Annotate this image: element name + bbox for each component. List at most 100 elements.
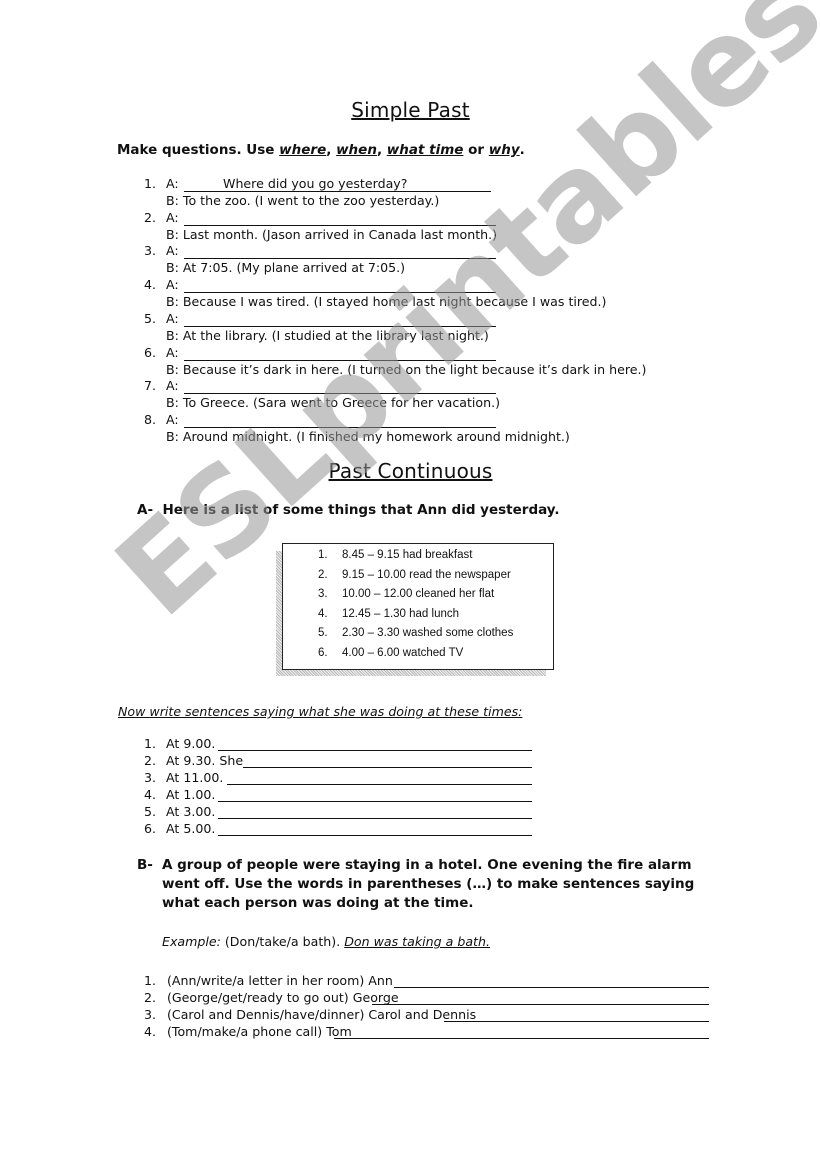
past-continuous-title: Past Continuous <box>328 459 493 483</box>
exercise-prompt: At 3.00. <box>166 804 216 819</box>
separator: . <box>519 142 525 158</box>
answer-blank[interactable] <box>334 1024 709 1039</box>
exercise-row: 6. At 5.00. <box>144 821 534 837</box>
item-number: 1. <box>144 736 157 751</box>
answer-blank[interactable] <box>394 973 709 988</box>
question-row: 4. A: <box>144 277 496 294</box>
response-row: B: Last month. (Jason arrived in Canada … <box>166 226 498 242</box>
example-answer: Don was taking a bath. <box>344 934 490 949</box>
exercise-prompt: (Ann/write/a letter in her room) Ann <box>167 973 393 988</box>
exercise-row: 4. At 1.00. <box>144 787 534 803</box>
answer-blank[interactable] <box>184 210 496 226</box>
part-b-label: B- <box>137 857 153 873</box>
answer-blank[interactable] <box>218 804 532 819</box>
a-label: A: <box>166 176 179 191</box>
schedule-text: 4.00 – 6.00 watched TV <box>342 647 464 659</box>
question-row: 6. A: <box>144 345 496 361</box>
schedule-box: 1. 8.45 – 9.15 had breakfast 2. 9.15 – 10.0… <box>282 543 554 670</box>
item-number: 5. <box>144 804 157 819</box>
response-row: B: At the library. (I studied at the lib… <box>166 327 489 343</box>
answer-blank[interactable] <box>184 412 496 428</box>
question-row: 8. A: <box>144 412 496 428</box>
part-a-sub-instruction: Now write sentences saying what she was … <box>118 704 523 719</box>
keyword-when: when <box>336 142 377 158</box>
item-number: 2. <box>144 209 157 225</box>
worksheet-page: Simple Past Make questions. Use where, w… <box>0 0 821 1169</box>
response-row: B: At 7:05. (My plane arrived at 7:05.) <box>166 260 406 276</box>
a-label: A: <box>166 243 179 259</box>
exercise-prompt: At 9.30. She <box>166 753 244 768</box>
question-row: 2. A: <box>144 209 496 226</box>
answer-blank[interactable] <box>218 821 532 836</box>
exercise-row: 4. (Tom/make/a phone call) Tom <box>144 1024 709 1040</box>
a-label: A: <box>166 277 179 293</box>
item-number: 4. <box>144 1024 157 1039</box>
schedule-number: 2. <box>318 568 328 581</box>
answer-blank[interactable] <box>184 311 496 327</box>
schedule-text: 12.45 – 1.30 had lunch <box>342 607 460 620</box>
schedule-number: 6. <box>318 647 328 659</box>
answer-text: Where did you go yesterday? <box>223 176 408 191</box>
answer-blank[interactable] <box>184 243 496 260</box>
exercise-prompt: At 9.00. <box>166 736 216 751</box>
item-number: 6. <box>144 821 157 836</box>
example-prompt: (Don/take/a bath). <box>220 934 345 949</box>
question-row: 3. A: <box>144 243 496 260</box>
exercise-row: 3. (Carol and Dennis/have/dinner) Carol a… <box>144 1007 709 1023</box>
a-label: A: <box>166 378 179 394</box>
part-a-label: A- <box>137 502 154 518</box>
answer-blank[interactable] <box>372 990 709 1005</box>
schedule-text: 8.45 – 9.15 had breakfast <box>342 549 473 561</box>
exercise-row: 1. (Ann/write/a letter in her room) Ann <box>144 973 709 989</box>
a-label: A: <box>166 411 179 427</box>
item-number: 4. <box>144 787 157 802</box>
separator: or <box>463 142 489 158</box>
part-b-example: Example: (Don/take/a bath). Don was taki… <box>162 934 490 949</box>
a-label: A: <box>166 209 179 225</box>
answer-blank[interactable] <box>218 787 532 802</box>
answer-blank[interactable] <box>218 736 532 751</box>
question-row: 1. A: Where did you go yesterday? <box>144 176 491 192</box>
separator: , <box>376 142 387 158</box>
schedule-number: 3. <box>318 588 328 601</box>
simple-past-title: Simple Past <box>351 98 470 122</box>
part-a-text: Here is a list of some things that Ann d… <box>162 502 560 518</box>
answer-blank[interactable] <box>184 345 496 361</box>
exercise-prompt: At 11.00. <box>166 770 224 785</box>
keyword-what-time: what time <box>386 142 464 158</box>
response-row: B: To Greece. (Sara went to Greece for h… <box>166 395 501 411</box>
response-row: B: Around midnight. (I finished my homew… <box>166 428 570 444</box>
exercise-prompt: At 5.00. <box>166 821 216 836</box>
item-number: 5. <box>144 310 157 326</box>
answer-blank[interactable]: Where did you go yesterday? <box>184 176 491 192</box>
item-number: 2. <box>144 990 157 1005</box>
exercise-row: 5. At 3.00. <box>144 804 534 820</box>
exercise-prompt: (George/get/ready to go out) George <box>167 990 399 1005</box>
exercise-row: 2. (George/get/ready to go out) George <box>144 990 709 1006</box>
keyword-where: where <box>279 142 327 158</box>
answer-blank[interactable] <box>184 277 496 294</box>
response-row: B: Because I was tired. (I stayed home l… <box>166 294 607 310</box>
answer-blank[interactable] <box>444 1007 709 1022</box>
instruction-prefix: Make questions. Use <box>117 142 280 158</box>
item-number: 7. <box>144 378 157 394</box>
exercise-row: 3. At 11.00. <box>144 770 534 786</box>
item-number: 1. <box>144 973 157 988</box>
answer-blank[interactable] <box>243 753 532 768</box>
response-row: B: To the zoo. (I went to the zoo yester… <box>166 193 440 208</box>
exercise-prompt: At 1.00. <box>166 787 216 802</box>
item-number: 3. <box>144 243 157 259</box>
exercise-row: 1. At 9.00. <box>144 736 534 752</box>
part-b-text: A group of people were staying in a hote… <box>162 857 695 911</box>
part-a-instruction: A- Here is a list of some things that An… <box>137 502 560 518</box>
separator: , <box>326 142 337 158</box>
answer-blank[interactable] <box>227 770 532 785</box>
question-row: 7. A: <box>144 378 496 395</box>
schedule-number: 5. <box>318 627 328 640</box>
item-number: 3. <box>144 1007 157 1022</box>
answer-blank[interactable] <box>184 378 496 395</box>
item-number: 1. <box>144 176 157 191</box>
schedule-text: 2.30 – 3.30 washed some clothes <box>342 627 514 640</box>
exercise-row: 2. At 9.30. She <box>144 753 534 769</box>
a-label: A: <box>166 310 179 326</box>
